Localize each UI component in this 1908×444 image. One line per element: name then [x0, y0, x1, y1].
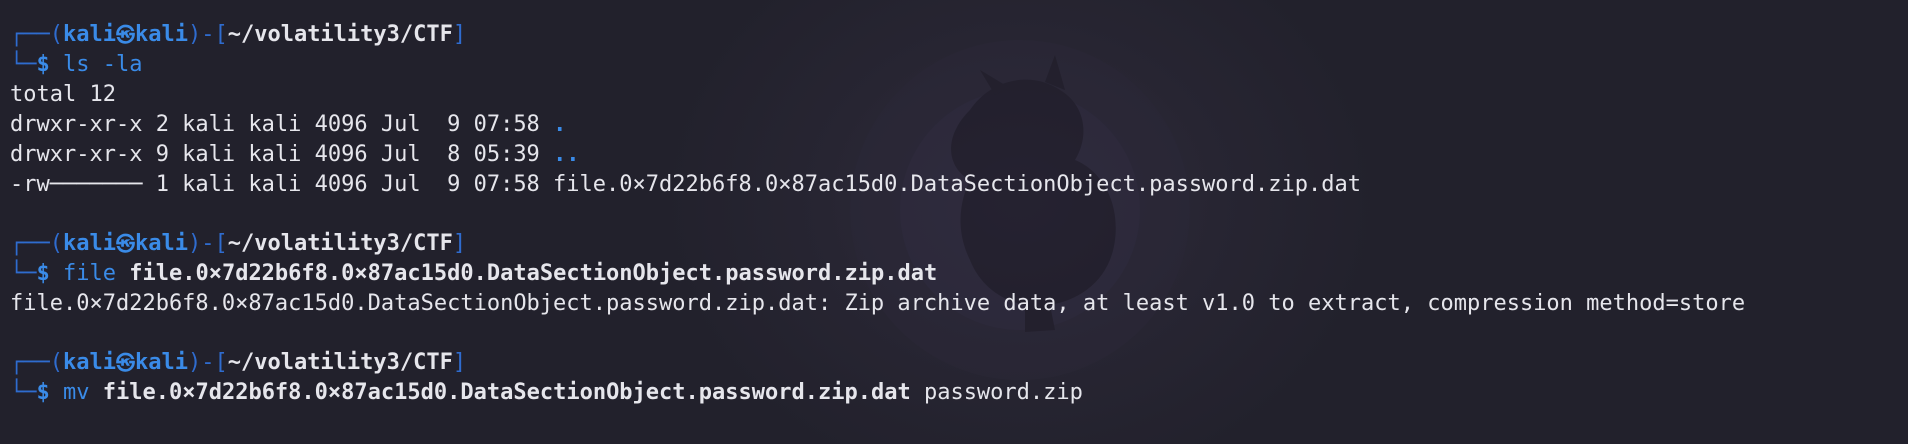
prompt-bracket: ]	[452, 350, 467, 375]
command-args-destination: password.zip	[923, 380, 1083, 405]
dir-name: .	[553, 112, 567, 137]
prompt-frame-bottom: └─	[10, 380, 37, 405]
command-name: file	[63, 261, 116, 286]
output-line: drwxr-xr-x 9 kali kali 4096 Jul 8 05:39 …	[10, 140, 1898, 170]
command-args: -la	[102, 52, 143, 77]
command-name: ls	[63, 52, 90, 77]
command-args: file.0×7d22b6f8.0×87ac15d0.DataSectionOb…	[129, 261, 938, 286]
prompt-path: ~/volatility3/CTF	[227, 350, 453, 375]
output-line: -rw─────── 1 kali kali 4096 Jul 9 07:58 …	[10, 172, 1362, 197]
prompt-bracket: ]	[452, 22, 467, 47]
prompt-dollar: $	[36, 52, 50, 77]
prompt-path: ~/volatility3/CTF	[227, 22, 453, 47]
prompt-frame: ┌──(	[10, 231, 63, 256]
prompt-separator: )-[	[187, 22, 228, 47]
prompt-line: ┌──(kali㉿kali)-[~/volatility3/CTF]	[10, 229, 1898, 259]
command-line: └─$ ls -la	[10, 50, 1898, 80]
prompt-at-icon: ㉿	[115, 233, 135, 255]
prompt-host: kali	[134, 350, 188, 375]
prompt-user: kali	[62, 350, 116, 375]
dir-name: ..	[553, 142, 580, 167]
prompt-host: kali	[134, 22, 188, 47]
output-text: drwxr-xr-x 2 kali kali 4096 Jul 9 07:58	[10, 112, 554, 137]
output-line: total 12	[10, 82, 116, 107]
prompt-frame-bottom: └─	[10, 261, 37, 286]
prompt-path: ~/volatility3/CTF	[227, 231, 453, 256]
prompt-host: kali	[134, 231, 188, 256]
terminal-window[interactable]: ┌──(kali㉿kali)-[~/volatility3/CTF] └─$ l…	[0, 0, 1908, 444]
prompt-dollar: $	[36, 380, 50, 405]
command-args: file.0×7d22b6f8.0×87ac15d0.DataSectionOb…	[102, 380, 911, 405]
prompt-frame-bottom: └─	[10, 52, 37, 77]
prompt-at-icon: ㉿	[115, 24, 135, 46]
prompt-line: ┌──(kali㉿kali)-[~/volatility3/CTF]	[10, 348, 1898, 378]
command-name: mv	[63, 380, 90, 405]
prompt-dollar: $	[36, 261, 50, 286]
prompt-user: kali	[62, 22, 116, 47]
prompt-bracket: ]	[452, 231, 467, 256]
command-line: └─$ file file.0×7d22b6f8.0×87ac15d0.Data…	[10, 259, 1898, 289]
prompt-at-icon: ㉿	[115, 352, 135, 374]
command-line[interactable]: └─$ mv file.0×7d22b6f8.0×87ac15d0.DataSe…	[10, 378, 1898, 408]
output-line: drwxr-xr-x 2 kali kali 4096 Jul 9 07:58 …	[10, 110, 1898, 140]
prompt-frame: ┌──(	[10, 350, 63, 375]
prompt-separator: )-[	[187, 350, 228, 375]
prompt-separator: )-[	[187, 231, 228, 256]
prompt-user: kali	[62, 231, 116, 256]
output-line: file.0×7d22b6f8.0×87ac15d0.DataSectionOb…	[10, 291, 1746, 316]
prompt-frame: ┌──(	[10, 22, 63, 47]
output-text: drwxr-xr-x 9 kali kali 4096 Jul 8 05:39	[10, 142, 554, 167]
prompt-line: ┌──(kali㉿kali)-[~/volatility3/CTF]	[10, 20, 1898, 50]
terminal-output: ┌──(kali㉿kali)-[~/volatility3/CTF] └─$ l…	[10, 20, 1898, 408]
